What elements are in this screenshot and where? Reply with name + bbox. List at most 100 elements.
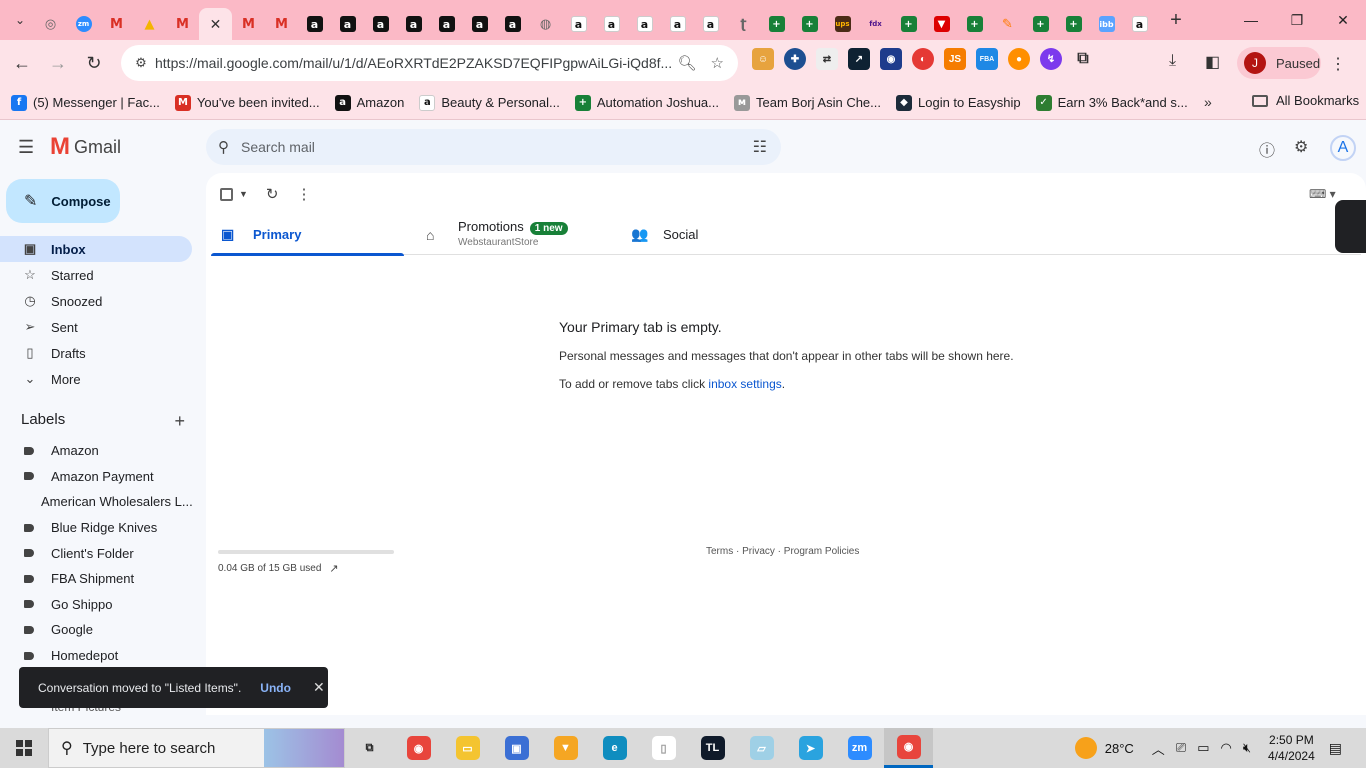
extension-icon[interactable]: FBA: [976, 48, 998, 70]
nav-item-sent[interactable]: ➢ Sent: [0, 314, 192, 340]
taskbar-app[interactable]: ▼: [541, 728, 590, 768]
browser-tab[interactable]: ▼: [925, 8, 958, 40]
taskbar-app[interactable]: ➤: [786, 728, 835, 768]
taskbar-app[interactable]: zm: [835, 728, 884, 768]
browser-tab[interactable]: ✕: [199, 8, 232, 40]
label-item[interactable]: Homedepot: [0, 643, 192, 669]
browser-tab[interactable]: a: [430, 8, 463, 40]
label-item[interactable]: Blue Ridge Knives: [0, 515, 192, 541]
browser-tab[interactable]: a: [694, 8, 727, 40]
nav-item-more[interactable]: ⌄ More: [0, 366, 192, 392]
browser-tab[interactable]: ◍: [529, 8, 562, 40]
browser-tab[interactable]: ups: [826, 8, 859, 40]
label-item[interactable]: American Wholesalers L...: [0, 489, 192, 515]
browser-menu-icon[interactable]: ⋮: [1330, 54, 1346, 74]
browser-tab[interactable]: fdx: [859, 8, 892, 40]
dismiss-close-icon[interactable]: ✕: [313, 679, 325, 696]
browser-tab[interactable]: ✎: [991, 8, 1024, 40]
battery-icon[interactable]: ▭: [1197, 740, 1209, 756]
new-tab-button[interactable]: +: [1162, 6, 1190, 34]
address-bar[interactable]: ⚙ https://mail.google.com/mail/u/1/d/AEo…: [121, 45, 738, 81]
tab-primary[interactable]: ▣ Primary: [211, 214, 416, 256]
clock[interactable]: 2:50 PM 4/4/2024: [1268, 732, 1315, 764]
taskbar-app[interactable]: TL: [688, 728, 737, 768]
label-item[interactable]: Google: [0, 617, 192, 643]
browser-tab[interactable]: a: [628, 8, 661, 40]
browser-tab[interactable]: a: [397, 8, 430, 40]
forward-icon[interactable]: →: [40, 45, 76, 81]
extension-icon[interactable]: ↗: [848, 48, 870, 70]
browser-tab[interactable]: a: [496, 8, 529, 40]
meet-icon[interactable]: ⎚: [1176, 740, 1186, 756]
inbox-settings-link[interactable]: inbox settings: [708, 377, 781, 391]
nav-item-snoozed[interactable]: ◷ Snoozed: [0, 288, 192, 314]
taskbar-app[interactable]: ⧉: [345, 728, 394, 768]
download-icon[interactable]: ⤓: [1169, 52, 1176, 70]
settings-gear-icon[interactable]: ⚙: [1294, 137, 1308, 157]
all-bookmarks-button[interactable]: All Bookmarks: [1252, 93, 1359, 108]
browser-tab[interactable]: M: [265, 8, 298, 40]
reload-icon[interactable]: ↻: [76, 45, 112, 81]
open-in-new-icon[interactable]: ↗: [329, 562, 338, 575]
extension-icon[interactable]: ⇄: [816, 48, 838, 70]
extension-icon[interactable]: ●: [1008, 48, 1030, 70]
footer-links[interactable]: Terms · Privacy · Program Policies: [706, 546, 859, 557]
notification-icon[interactable]: ▤: [1329, 740, 1342, 757]
browser-tab[interactable]: a: [463, 8, 496, 40]
search-options-icon[interactable]: ☷: [753, 137, 767, 157]
restore-icon[interactable]: ❐: [1274, 0, 1320, 40]
bookmark-item[interactable]: a Amazon: [334, 94, 404, 111]
browser-tab[interactable]: zm: [67, 8, 100, 40]
extension-icon[interactable]: ◉: [880, 48, 902, 70]
account-avatar[interactable]: A: [1330, 135, 1356, 161]
bookmark-item[interactable]: ◆ Login to Easyship: [896, 94, 1021, 111]
minimize-icon[interactable]: —: [1228, 0, 1274, 40]
browser-tab[interactable]: ibb: [1090, 8, 1123, 40]
taskbar-app[interactable]: ▣: [492, 728, 541, 768]
site-info-icon[interactable]: ⚙: [127, 55, 155, 71]
nav-item-starred[interactable]: ☆ Starred: [0, 262, 192, 288]
more-options-icon[interactable]: ⋮: [297, 185, 312, 203]
browser-tab[interactable]: a: [661, 8, 694, 40]
back-icon[interactable]: ←: [4, 45, 40, 81]
bookmark-item[interactable]: + Automation Joshua...: [574, 94, 719, 111]
browser-tab[interactable]: ʈ: [727, 8, 760, 40]
bookmark-star-icon[interactable]: ☆: [711, 54, 724, 72]
extension-icon[interactable]: ✚: [784, 48, 806, 70]
extension-icon[interactable]: JS: [944, 48, 966, 70]
browser-tab[interactable]: a: [562, 8, 595, 40]
bookmark-item[interactable]: M You've been invited...: [174, 94, 320, 111]
browser-tab[interactable]: +: [793, 8, 826, 40]
input-tools-keyboard-icon[interactable]: ⌨ ▾: [1309, 187, 1336, 201]
tab-social[interactable]: 👥 Social: [621, 214, 826, 255]
select-all-checkbox[interactable]: ▼: [220, 187, 248, 201]
taskbar-app[interactable]: ▯: [639, 728, 688, 768]
gmail-logo[interactable]: M Gmail: [50, 135, 121, 159]
taskbar-app[interactable]: ▱: [737, 728, 786, 768]
browser-tab[interactable]: +: [892, 8, 925, 40]
taskbar-app[interactable]: ◉: [884, 728, 933, 768]
browser-tab[interactable]: +: [1057, 8, 1090, 40]
nav-item-inbox[interactable]: ▣ Inbox: [0, 236, 192, 262]
taskbar-app[interactable]: ▭: [443, 728, 492, 768]
bookmark-item[interactable]: ᴍ Team Borj Asin Che...: [734, 94, 881, 111]
search-input[interactable]: Search mail: [241, 139, 753, 155]
taskbar-search[interactable]: ⚲ Type here to search: [48, 728, 345, 768]
browser-tab[interactable]: a: [1123, 8, 1156, 40]
url-text[interactable]: https://mail.google.com/mail/u/1/d/AEoRX…: [155, 55, 678, 71]
label-item[interactable]: Amazon Payment: [0, 464, 192, 490]
browser-tab[interactable]: a: [298, 8, 331, 40]
browser-tab[interactable]: a: [364, 8, 397, 40]
side-panel-icon[interactable]: ◧: [1205, 52, 1220, 72]
search-bar[interactable]: ⚲ Search mail ☷: [206, 129, 781, 165]
label-item[interactable]: Amazon: [0, 438, 192, 464]
bookmark-item[interactable]: a Beauty & Personal...: [419, 94, 560, 111]
main-menu-icon[interactable]: ☰: [18, 137, 34, 158]
compose-button[interactable]: ✎ Compose: [6, 179, 120, 223]
taskbar-app[interactable]: e: [590, 728, 639, 768]
label-item[interactable]: Go Shippo: [0, 592, 192, 618]
label-item[interactable]: Client's Folder: [0, 540, 192, 566]
bookmark-item[interactable]: f (5) Messenger | Fac...: [11, 94, 160, 111]
taskbar-app[interactable]: ◉: [394, 728, 443, 768]
volume-muted-icon[interactable]: 🔇︎: [1243, 740, 1251, 756]
